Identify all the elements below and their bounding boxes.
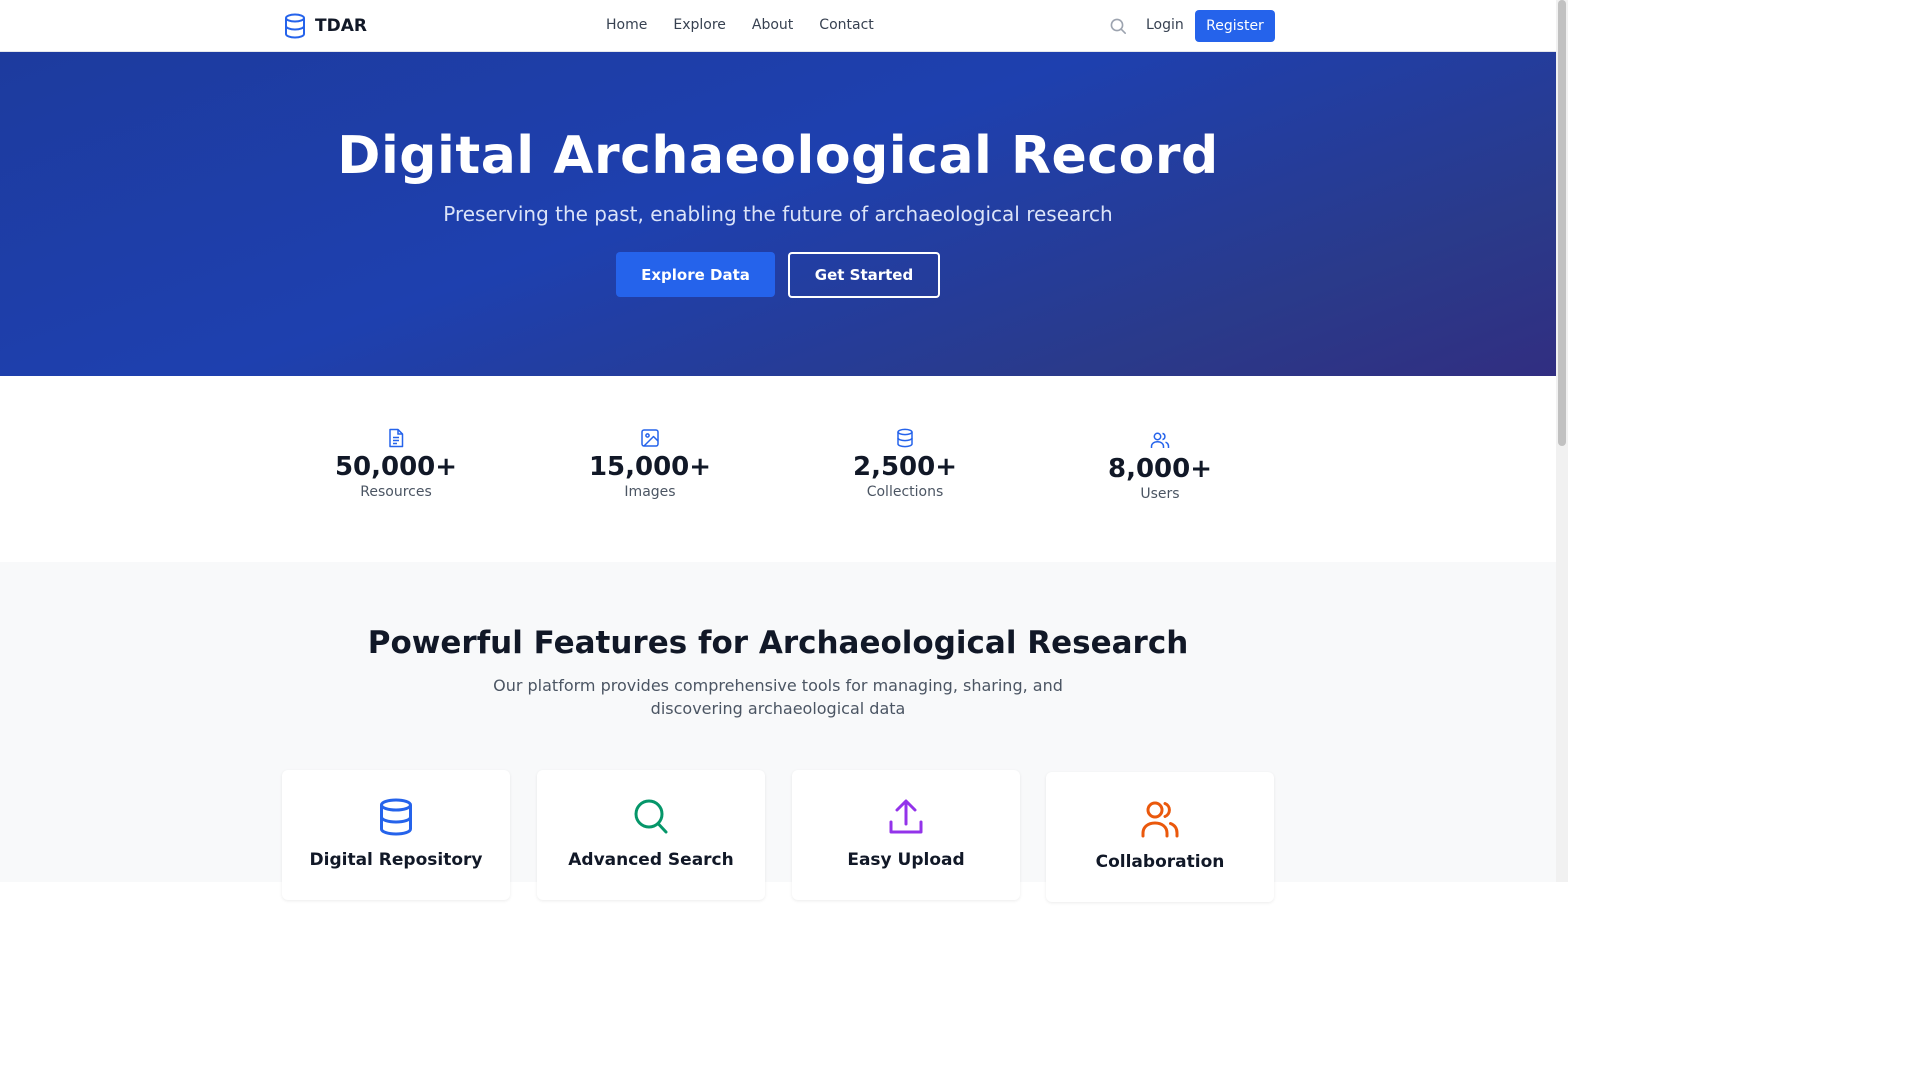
image-icon: [540, 428, 760, 448]
hero-section: Digital Archaeological Record Preserving…: [0, 52, 1556, 376]
feature-card-easy-upload: Easy Upload: [792, 770, 1020, 900]
feature-card-title: Collaboration: [1095, 852, 1225, 872]
stat-value: 15,000+: [588, 452, 712, 482]
database-icon: [282, 798, 510, 836]
stats-section: 50,000+ Resources 15,000+ Images 2,500+ …: [0, 376, 1556, 562]
register-button[interactable]: Register: [1195, 10, 1275, 42]
upload-icon: [792, 798, 1020, 836]
feature-card-collaboration: Collaboration: [1046, 772, 1274, 902]
stat-value: 2,500+: [852, 452, 958, 482]
nav-link-explore[interactable]: Explore: [673, 17, 726, 33]
stat-images: 15,000+ Images: [540, 428, 760, 500]
features-section: Powerful Features for Archaeological Res…: [0, 562, 1556, 902]
feature-card-advanced-search: Advanced Search: [537, 770, 765, 900]
stat-label: Users: [1140, 486, 1180, 502]
users-icon: [1046, 800, 1274, 838]
nav-links: Home Explore About Contact: [606, 17, 874, 33]
nav-link-contact[interactable]: Contact: [819, 17, 873, 33]
stat-users: 8,000+ Users: [1050, 430, 1270, 502]
logo[interactable]: TDAR: [283, 13, 367, 39]
stat-label: Resources: [360, 484, 432, 500]
database-icon: [283, 13, 307, 39]
hero-title: Digital Archaeological Record: [337, 126, 1219, 186]
search-icon: [537, 798, 765, 836]
search-icon: [1109, 17, 1127, 35]
page-scrollbar[interactable]: [1556, 0, 1568, 882]
nav-link-about[interactable]: About: [752, 17, 793, 33]
scrollbar-thumb[interactable]: [1558, 0, 1566, 446]
stat-label: Collections: [866, 484, 944, 500]
login-link[interactable]: Login: [1146, 17, 1184, 33]
feature-card-title: Digital Repository: [309, 850, 483, 870]
get-started-button[interactable]: Get Started: [788, 252, 940, 298]
stat-resources: 50,000+ Resources: [286, 428, 506, 500]
feature-card-title: Easy Upload: [847, 850, 965, 870]
navbar: TDAR Home Explore About Contact Login Re…: [0, 0, 1556, 52]
stat-label: Images: [624, 484, 676, 500]
feature-card-digital-repository: Digital Repository: [282, 770, 510, 900]
database-icon: [795, 428, 1015, 448]
nav-link-home[interactable]: Home: [606, 17, 647, 33]
explore-data-button[interactable]: Explore Data: [616, 252, 775, 297]
stat-value: 8,000+: [1107, 454, 1213, 484]
stat-collections: 2,500+ Collections: [795, 428, 1015, 500]
search-button[interactable]: [1109, 17, 1127, 35]
features-title: Powerful Features for Archaeological Res…: [367, 625, 1189, 661]
feature-card-title: Advanced Search: [568, 850, 734, 870]
stat-value: 50,000+: [334, 452, 458, 482]
features-description: Our platform provides comprehensive tool…: [493, 676, 1063, 718]
users-icon: [1050, 430, 1270, 450]
hero-subtitle: Preserving the past, enabling the future…: [443, 202, 1113, 226]
document-icon: [286, 428, 506, 448]
logo-text: TDAR: [315, 16, 367, 36]
